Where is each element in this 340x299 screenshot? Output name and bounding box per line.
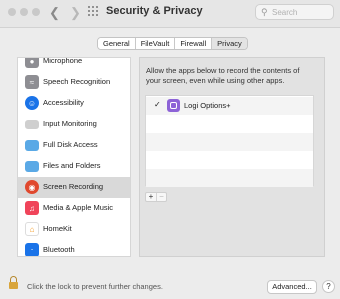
sidebar-item-label: Microphone [43, 57, 83, 65]
sidebar-item-screen-recording[interactable]: ◉ Screen Recording [18, 177, 130, 198]
sidebar-item-homekit[interactable]: ⌂ HomeKit [18, 219, 130, 240]
chevron-left-icon[interactable]: ❮ [49, 4, 60, 22]
close-window-button[interactable] [8, 8, 16, 16]
sidebar-item-microphone[interactable]: ● Microphone [18, 57, 130, 72]
tab-bar: General FileVault Firewall Privacy [97, 37, 248, 50]
grid-icon[interactable] [88, 6, 98, 16]
sidebar-item-label: Full Disk Access [43, 140, 98, 149]
chevron-right-icon[interactable]: ❯ [70, 4, 81, 22]
tab-privacy[interactable]: Privacy [212, 38, 247, 49]
keyboard-icon [25, 120, 39, 129]
sidebar-item-label: Bluetooth [43, 245, 75, 254]
app-name: Logi Options+ [184, 101, 231, 110]
help-button[interactable]: ? [322, 280, 335, 293]
sidebar-item-label: Accessibility [43, 98, 84, 107]
screen-recording-icon: ◉ [25, 180, 39, 194]
add-app-button[interactable]: + [146, 193, 156, 201]
lock-icon[interactable] [9, 276, 18, 290]
sidebar-item-files-and-folders[interactable]: Files and Folders [18, 156, 130, 177]
remove-app-button[interactable]: − [156, 193, 166, 201]
app-list[interactable]: ✓ Logi Options+ [145, 95, 314, 187]
app-row-logi-options[interactable]: ✓ Logi Options+ [146, 97, 313, 115]
app-checkbox[interactable]: ✓ [154, 100, 161, 109]
lock-status-text: Click the lock to prevent further change… [27, 282, 163, 291]
sidebar-item-speech-recognition[interactable]: ≈ Speech Recognition [18, 72, 130, 93]
sidebar-item-full-disk-access[interactable]: Full Disk Access [18, 135, 130, 156]
advanced-button[interactable]: Advanced... [267, 280, 317, 294]
logi-options-icon [167, 99, 180, 112]
tab-filevault[interactable]: FileVault [135, 38, 176, 49]
microphone-icon: ● [25, 58, 39, 68]
sidebar-item-label: HomeKit [43, 224, 72, 233]
folder-icon [25, 161, 39, 172]
pane-description: Allow the apps below to record the conte… [146, 66, 300, 85]
search-icon: ⚲ [261, 7, 268, 17]
zoom-window-button[interactable] [32, 8, 40, 16]
window-title: Security & Privacy [106, 5, 203, 17]
sidebar-item-label: Screen Recording [43, 182, 104, 191]
sidebar-item-label: Files and Folders [43, 161, 101, 170]
sidebar-item-label: Input Monitoring [43, 119, 97, 128]
waveform-icon: ≈ [25, 75, 39, 89]
add-remove-control: + − [145, 192, 167, 202]
title-bar: ❮ ❯ Security & Privacy ⚲ [0, 0, 340, 28]
tab-general[interactable]: General [98, 38, 136, 49]
minimize-window-button[interactable] [20, 8, 28, 16]
sidebar-item-bluetooth[interactable]: ᛫ Bluetooth [18, 240, 130, 256]
sidebar-item-label: Speech Recognition [43, 77, 111, 86]
tab-firewall[interactable]: Firewall [175, 38, 213, 49]
bluetooth-icon: ᛫ [25, 243, 39, 256]
accessibility-icon: ☺ [25, 96, 39, 110]
sidebar-item-accessibility[interactable]: ☺ Accessibility [18, 93, 130, 114]
search-input[interactable] [272, 6, 330, 18]
list-row-stripe [146, 133, 313, 151]
search-field[interactable]: ⚲ [255, 4, 334, 20]
music-icon: ♫ [25, 201, 39, 215]
list-row-stripe [146, 169, 313, 187]
folder-icon [25, 140, 39, 151]
sidebar-item-input-monitoring[interactable]: Input Monitoring [18, 114, 130, 135]
sidebar-item-label: Media & Apple Music [43, 203, 114, 212]
home-icon: ⌂ [25, 222, 39, 236]
privacy-category-list[interactable]: ● Microphone ≈ Speech Recognition ☺ Acce… [17, 57, 131, 257]
preferences-window: ❮ ❯ Security & Privacy ⚲ General FileVau… [0, 0, 340, 299]
sidebar-item-media-apple-music[interactable]: ♫ Media & Apple Music [18, 198, 130, 219]
